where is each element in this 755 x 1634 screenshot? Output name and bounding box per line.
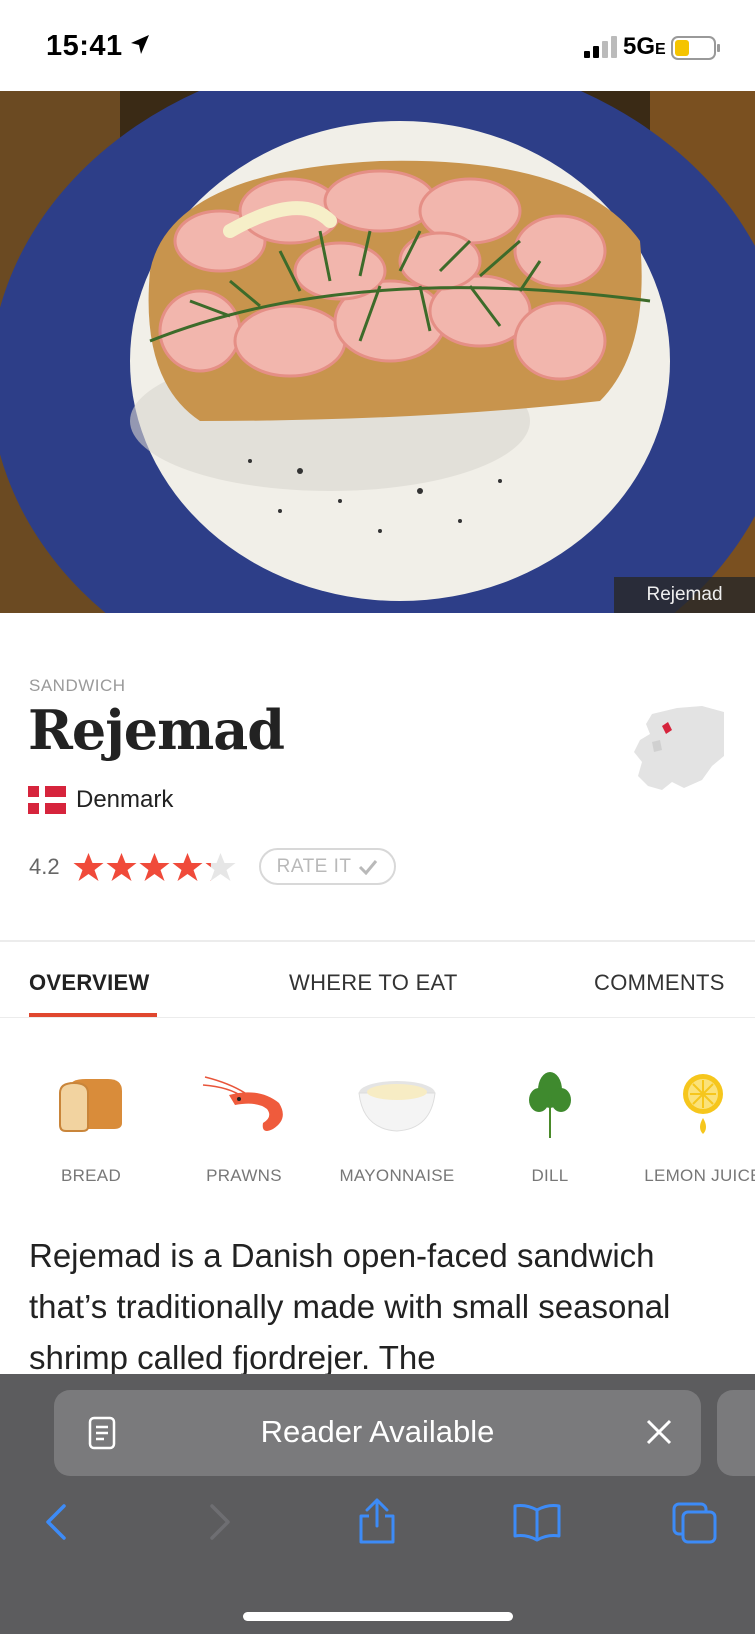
hero-image: Rejemad bbox=[0, 91, 755, 613]
network-label: 5GE bbox=[623, 33, 666, 60]
rating-row: 4.2 RATE IT bbox=[29, 848, 396, 885]
next-tab-peek bbox=[717, 1390, 755, 1476]
ingredient-lemon-juice[interactable]: LEMON JUICE bbox=[628, 1070, 755, 1186]
battery-icon bbox=[671, 36, 720, 60]
tab-overview[interactable]: OVERVIEW bbox=[29, 970, 150, 996]
ingredient-prawns[interactable]: PRAWNS bbox=[169, 1070, 319, 1186]
tab-bar: OVERVIEW WHERE TO EAT COMMENTS bbox=[0, 942, 755, 1018]
mayonnaise-icon bbox=[358, 1081, 436, 1132]
star-icon bbox=[139, 852, 170, 881]
europe-map-icon[interactable] bbox=[632, 706, 726, 792]
reader-available-text: Reader Available bbox=[260, 1414, 495, 1449]
tabs-icon[interactable] bbox=[672, 1502, 718, 1544]
divider bbox=[0, 1017, 755, 1018]
browser-toolbar: Reader Available bbox=[0, 1374, 755, 1634]
ingredient-label: PRAWNS bbox=[206, 1166, 282, 1185]
dish-title: Rejemad bbox=[28, 698, 285, 762]
status-time: 15:41 bbox=[46, 30, 123, 62]
tab-where-to-eat[interactable]: WHERE TO EAT bbox=[289, 970, 458, 996]
lemon-icon bbox=[683, 1074, 723, 1134]
ingredient-label: BREAD bbox=[60, 1166, 122, 1185]
ingredient-label: DILL bbox=[531, 1166, 569, 1185]
status-bar: 15:41 5GE bbox=[0, 0, 755, 91]
rejemad-photo bbox=[0, 91, 755, 613]
ingredient-mayonnaise[interactable]: MAYONNAISE bbox=[322, 1070, 472, 1186]
star-icon bbox=[172, 852, 203, 881]
ingredient-list: BREAD PRAWNS MAYONNAISE DILL LEMON JUICE bbox=[0, 1070, 755, 1190]
tab-comments[interactable]: COMMENTS bbox=[594, 970, 725, 996]
reader-available-banner[interactable]: Reader Available bbox=[54, 1390, 701, 1476]
forward-icon[interactable] bbox=[204, 1502, 234, 1542]
image-caption: Rejemad bbox=[614, 577, 755, 613]
rating-value: 4.2 bbox=[29, 853, 60, 879]
country-row[interactable]: Denmark bbox=[28, 786, 173, 814]
ingredient-label: MAYONNAISE bbox=[339, 1166, 455, 1185]
dill-icon bbox=[529, 1072, 571, 1138]
dish-description: Rejemad is a Danish open-faced sandwich … bbox=[29, 1237, 671, 1376]
denmark-flag-icon bbox=[28, 786, 66, 814]
star-icon bbox=[106, 852, 137, 881]
signal-icon bbox=[584, 36, 617, 58]
check-icon bbox=[358, 859, 377, 875]
dish-category: SANDWICH bbox=[29, 676, 126, 695]
star-icon bbox=[205, 852, 236, 881]
ingredient-dill[interactable]: DILL bbox=[475, 1070, 625, 1186]
share-icon[interactable] bbox=[357, 1496, 397, 1546]
home-indicator bbox=[243, 1612, 513, 1621]
close-icon[interactable] bbox=[645, 1418, 673, 1446]
bread-icon bbox=[59, 1079, 122, 1132]
star-icon bbox=[73, 852, 104, 881]
star-rating bbox=[72, 852, 237, 882]
location-arrow-icon bbox=[131, 35, 149, 54]
rate-it-label: RATE IT bbox=[276, 855, 352, 877]
rate-it-button[interactable]: RATE IT bbox=[258, 848, 396, 885]
ingredient-label: LEMON JUICE bbox=[644, 1166, 755, 1185]
prawn-icon bbox=[202, 1076, 283, 1131]
ingredient-bread[interactable]: BREAD bbox=[16, 1070, 166, 1186]
back-icon[interactable] bbox=[42, 1502, 72, 1542]
bookmarks-icon[interactable] bbox=[512, 1502, 562, 1542]
country-name[interactable]: Denmark bbox=[76, 786, 173, 814]
